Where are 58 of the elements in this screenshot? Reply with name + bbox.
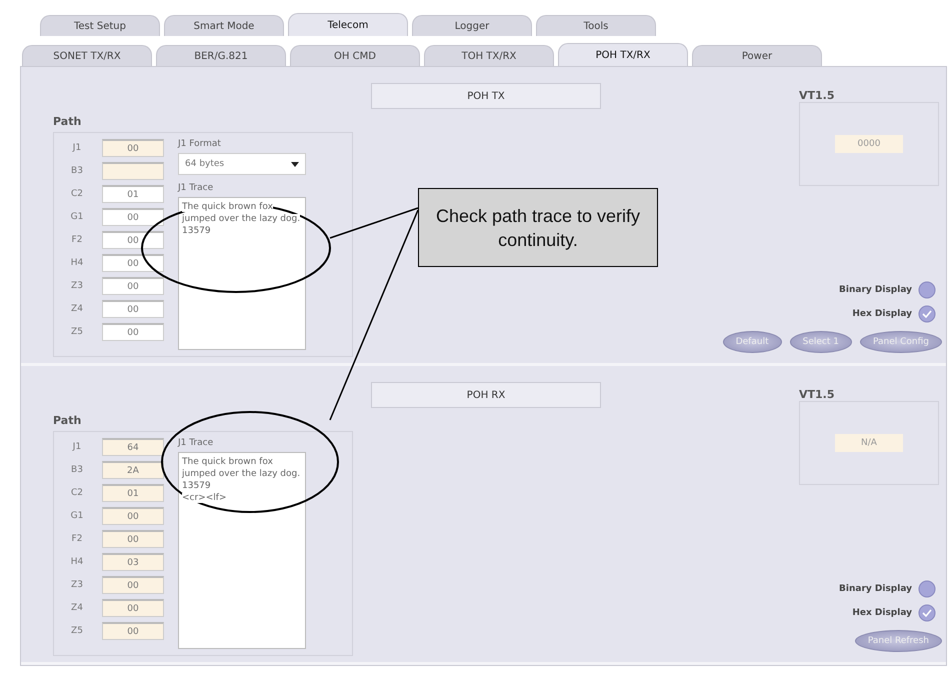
input-field[interactable]: N/A xyxy=(835,434,903,452)
tab[interactable]: SONET TX/RX xyxy=(22,45,152,66)
field-label: C2 xyxy=(70,189,84,199)
tab[interactable]: OH CMD xyxy=(290,45,420,66)
field-label: G1 xyxy=(70,212,84,222)
tab[interactable]: Tools xyxy=(536,15,656,36)
field-label: Z5 xyxy=(70,626,84,636)
field-label: G1 xyxy=(70,511,84,521)
tab[interactable]: Test Setup xyxy=(40,15,160,36)
section-header: POH TX xyxy=(371,83,601,109)
radio-label: Binary Display xyxy=(839,285,912,295)
group-label: Path xyxy=(53,115,82,128)
field-label: Z5 xyxy=(70,327,84,337)
input-field[interactable]: 00 xyxy=(102,254,164,272)
input-field[interactable]: 00 xyxy=(102,323,164,341)
field-label: J1 Format xyxy=(178,139,224,149)
field-label: B3 xyxy=(70,166,84,176)
input-field[interactable]: 00 xyxy=(102,231,164,249)
input-field[interactable]: 00 xyxy=(102,300,164,318)
input-field[interactable]: 0000 xyxy=(835,135,903,153)
field-label: F2 xyxy=(70,235,84,245)
field-label: Z4 xyxy=(70,304,84,314)
section-header: POH RX xyxy=(371,382,601,408)
input-field[interactable]: 00 xyxy=(102,277,164,295)
trace-text-area[interactable]: The quick brown fox jumped over the lazy dog. 13579 <cr><lf> xyxy=(178,452,306,649)
input-field[interactable]: 00 xyxy=(102,208,164,226)
radio-label: Binary Display xyxy=(839,584,912,594)
group-label: Path xyxy=(53,414,82,427)
field-label: B3 xyxy=(70,465,84,475)
tab[interactable]: BER/G.821 xyxy=(156,45,286,66)
radio-button[interactable] xyxy=(918,305,936,323)
field-label: J1 xyxy=(71,143,82,153)
field-label: Z3 xyxy=(70,580,84,590)
radio-button[interactable] xyxy=(918,281,936,299)
field-label: F2 xyxy=(70,534,84,544)
trace-text-area[interactable]: The quick brown fox jumped over the lazy dog. 13579 xyxy=(178,197,306,350)
radio-label: Hex Display xyxy=(852,608,912,618)
field-label: Z4 xyxy=(70,603,84,613)
tab[interactable]: POH TX/RX xyxy=(558,43,688,66)
group-label: VT1.5 xyxy=(799,89,836,102)
radio-label: Hex Display xyxy=(852,309,912,319)
field-label: H4 xyxy=(70,557,84,567)
tab[interactable]: Telecom xyxy=(288,13,408,36)
radio-button[interactable] xyxy=(918,580,936,598)
field-label: Z3 xyxy=(70,281,84,291)
radio-button[interactable] xyxy=(918,604,936,622)
tab[interactable]: Smart Mode xyxy=(164,15,284,36)
tab[interactable]: TOH TX/RX xyxy=(424,45,554,66)
tab[interactable]: Power xyxy=(692,45,822,66)
input-field[interactable]: 01 xyxy=(102,185,164,203)
caret-icon xyxy=(291,162,299,166)
field-label: H4 xyxy=(70,258,84,268)
field-label: C2 xyxy=(70,488,84,498)
format-dropdown[interactable]: 64 bytes xyxy=(178,153,306,175)
field-label: J1 xyxy=(71,442,82,452)
tab[interactable]: Logger xyxy=(412,15,532,36)
callout-note: Check path trace to verify continuity. xyxy=(418,188,658,267)
group-label: VT1.5 xyxy=(799,388,836,401)
